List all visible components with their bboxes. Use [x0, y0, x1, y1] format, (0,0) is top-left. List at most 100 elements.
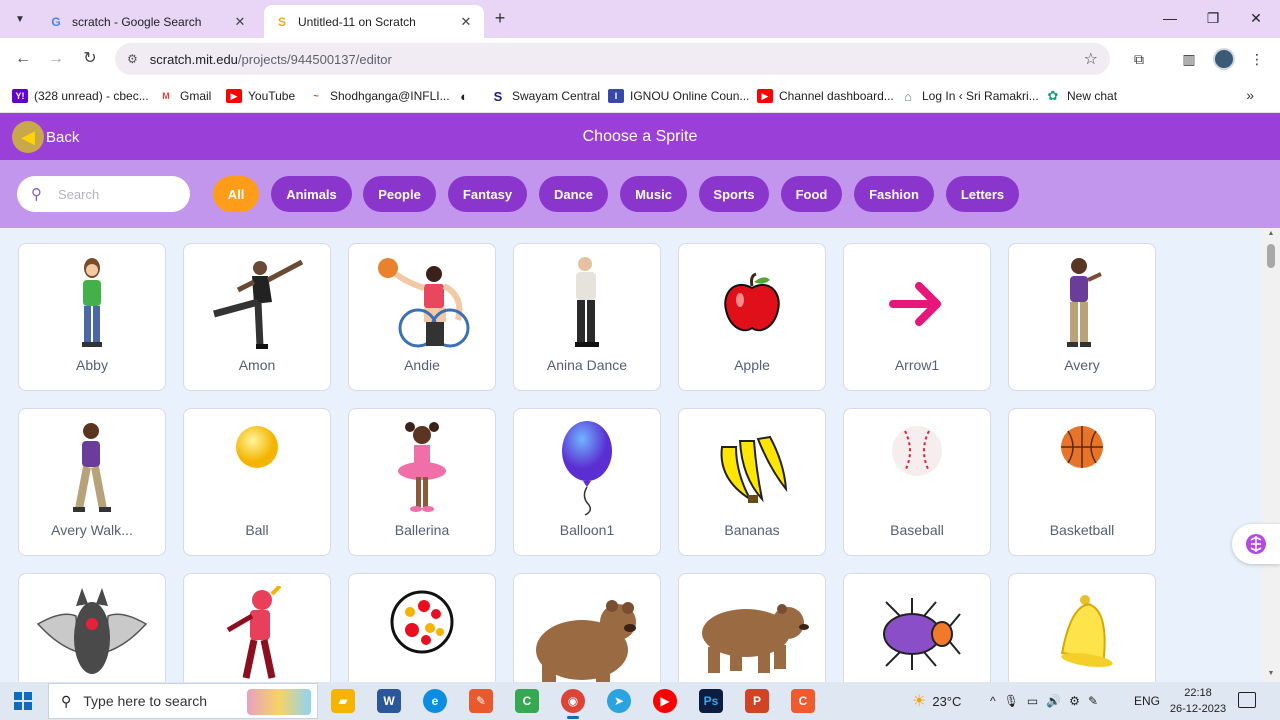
close-icon[interactable]: ✕	[232, 14, 248, 30]
bookmark-swayam[interactable]: S Swayam Central	[490, 87, 600, 105]
file-explorer-icon[interactable]: ▰	[331, 689, 355, 713]
bookmark-star-icon[interactable]: ☆	[1084, 49, 1098, 69]
youtube-icon[interactable]: ▶	[653, 689, 677, 713]
extensions-icon[interactable]: ⧉	[1128, 48, 1150, 70]
edge-icon[interactable]: e	[423, 689, 447, 713]
word-icon[interactable]: W	[377, 689, 401, 713]
tag-all[interactable]: All	[213, 176, 259, 212]
browser-tab-strip: ▼ G scratch - Google Search ✕ S Untitled…	[0, 0, 1280, 38]
volume-icon[interactable]: 🔊	[1046, 694, 1069, 708]
sprite-name: Avery Walk...	[51, 522, 133, 538]
amon-sprite-image	[184, 254, 330, 354]
sprite-card-amon[interactable]: Amon	[183, 243, 331, 391]
site-info-icon[interactable]: ⚙	[127, 52, 138, 66]
tag-music[interactable]: Music	[620, 176, 687, 212]
sprite-card-baseball[interactable]: Baseball	[843, 408, 991, 556]
restore-icon[interactable]: ❐	[1203, 8, 1223, 28]
pen-icon[interactable]: ✎	[1088, 694, 1106, 708]
address-bar[interactable]: ⚙ scratch.mit.edu/projects/944500137/edi…	[115, 43, 1110, 75]
sprite-search-box[interactable]: ⚲	[17, 176, 190, 212]
photoshop-icon[interactable]: Ps	[699, 689, 723, 713]
tab-scratch-editor[interactable]: S Untitled-11 on Scratch ✕	[264, 5, 484, 38]
minimize-icon[interactable]: —	[1160, 8, 1180, 28]
camtasia-icon[interactable]: C	[515, 689, 539, 713]
tag-fantasy[interactable]: Fantasy	[448, 176, 527, 212]
tab-google-search[interactable]: G scratch - Google Search ✕	[38, 5, 258, 38]
bookmark-yahoo[interactable]: Y! (328 unread) - cbec...	[12, 87, 149, 105]
tab-search-chevron-icon[interactable]: ▼	[8, 7, 32, 31]
sprite-card-anina-dance[interactable]: Anina Dance	[513, 243, 661, 391]
chrome-icon[interactable]: ◉	[561, 689, 585, 719]
close-icon[interactable]: ✕	[458, 14, 474, 30]
tray-chevron-up-icon[interactable]: ^	[990, 694, 1004, 708]
windows-start-icon[interactable]	[14, 692, 32, 710]
tag-dance[interactable]: Dance	[539, 176, 608, 212]
sprite-card-andie[interactable]: Andie	[348, 243, 496, 391]
bookmark-channel-dashboard[interactable]: ▶ Channel dashboard...	[757, 87, 894, 105]
sprite-card-abby[interactable]: Abby	[18, 243, 166, 391]
sprite-card-avery-walking[interactable]: Avery Walk...	[18, 408, 166, 556]
scrollbar-thumb[interactable]	[1267, 244, 1275, 268]
side-panel-icon[interactable]: ▥	[1178, 48, 1200, 70]
building-icon: ⌂	[900, 89, 916, 104]
bookmark-youtube[interactable]: ▶ YouTube	[226, 87, 295, 105]
sprite-card-ballerina[interactable]: Ballerina	[348, 408, 496, 556]
sprite-card-balloon1[interactable]: Balloon1	[513, 408, 661, 556]
reload-icon[interactable]: ↻	[79, 48, 101, 70]
input-language[interactable]: ENG	[1134, 682, 1160, 720]
window-close-icon[interactable]: ✕	[1246, 8, 1266, 28]
camtasia-recorder-icon[interactable]: C	[791, 689, 815, 713]
sprite-card-bell[interactable]	[1008, 573, 1156, 682]
globe-icon: ◐	[456, 89, 472, 104]
sprite-card-apple[interactable]: Apple	[678, 243, 826, 391]
taskbar-search-box[interactable]: ⚲ Type here to search	[48, 683, 318, 719]
browser-toolbar: ← → ↻ ⚙ scratch.mit.edu/projects/9445001…	[0, 38, 1280, 80]
tag-people[interactable]: People	[363, 176, 436, 212]
notification-center-icon[interactable]	[1238, 692, 1256, 708]
floating-extension-button[interactable]	[1232, 524, 1280, 564]
sprite-card-dots[interactable]	[348, 573, 496, 682]
tag-food[interactable]: Food	[781, 176, 842, 212]
sprite-card-arrow1[interactable]: Arrow1	[843, 243, 991, 391]
bookmark-globe[interactable]: ◐	[456, 87, 478, 105]
network-icon[interactable]: ▭	[1027, 694, 1046, 708]
bookmarks-overflow-icon[interactable]: »	[1246, 87, 1254, 103]
weather-widget[interactable]: ☀ 23°C	[912, 682, 961, 720]
powerpoint-icon[interactable]: P	[745, 689, 769, 713]
tag-letters[interactable]: Letters	[946, 176, 1019, 212]
sprite-card-bear[interactable]	[513, 573, 661, 682]
sprite-card-bat[interactable]	[18, 573, 166, 682]
sprite-card-bananas[interactable]: Bananas	[678, 408, 826, 556]
tag-sports[interactable]: Sports	[699, 176, 769, 212]
forward-arrow-icon[interactable]: →	[45, 48, 67, 70]
sprite-card-basketball[interactable]: Basketball	[1008, 408, 1156, 556]
tag-fashion[interactable]: Fashion	[854, 176, 934, 212]
system-tray-icons[interactable]: ^ 🎙 ▭ 🔊 ⚙ ✎	[990, 682, 1106, 720]
onedrive-icon[interactable]: ⚙	[1069, 694, 1088, 708]
new-tab-plus-icon[interactable]: +	[490, 8, 510, 28]
bookmark-shodhganga[interactable]: ~ Shodhganga@INFLI...	[308, 87, 450, 105]
paint-icon[interactable]: ✎	[469, 689, 493, 713]
telegram-icon[interactable]: ➤	[607, 689, 631, 713]
avery-sprite-image	[1009, 254, 1155, 354]
sprite-card-batter[interactable]	[183, 573, 331, 682]
profile-avatar[interactable]	[1213, 48, 1235, 70]
microphone-icon[interactable]: 🎙	[1004, 694, 1027, 708]
scroll-up-icon[interactable]: ▲	[1267, 230, 1275, 237]
scroll-down-icon[interactable]: ▼	[1267, 670, 1275, 677]
bookmark-new-chat[interactable]: ✿ New chat	[1045, 87, 1117, 105]
taskbar-clock[interactable]: 22:18 26-12-2023	[1168, 685, 1228, 717]
sprite-card-bear-walking[interactable]	[678, 573, 826, 682]
sprite-card-beetle[interactable]	[843, 573, 991, 682]
brain-icon	[1246, 534, 1266, 554]
tag-animals[interactable]: Animals	[271, 176, 352, 212]
sprite-card-ball[interactable]: Ball	[183, 408, 331, 556]
bookmark-sri-ramakrishna[interactable]: ⌂ Log In ‹ Sri Ramakri...	[900, 87, 1039, 105]
bookmark-ignou[interactable]: I IGNOU Online Coun...	[608, 87, 749, 105]
back-arrow-icon[interactable]: ←	[12, 48, 34, 70]
sprite-search-input[interactable]	[58, 186, 168, 202]
bookmark-gmail[interactable]: M Gmail	[158, 87, 211, 105]
sprite-card-avery[interactable]: Avery	[1008, 243, 1156, 391]
kebab-menu-icon[interactable]: ⋮	[1246, 48, 1268, 70]
grid-scrollbar[interactable]: ▲ ▼	[1262, 228, 1280, 682]
